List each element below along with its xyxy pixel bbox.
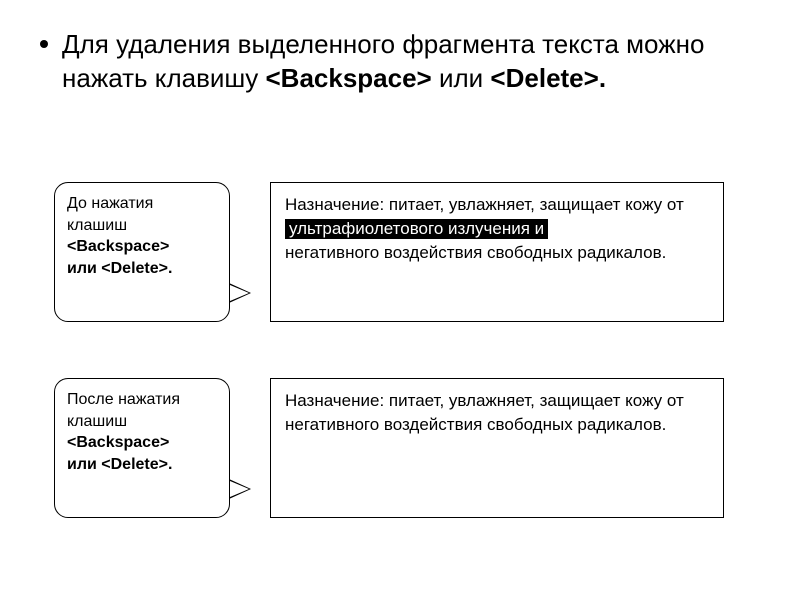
before-label-line1: До нажатия клашиш (67, 195, 153, 234)
bullet-text: Для удаления выделенного фрагмента текст… (62, 28, 760, 96)
after-callout: После нажатия клашиш <Backspace> или <De… (54, 378, 230, 518)
after-key-mid: или (67, 456, 101, 473)
before-key-mid: или (67, 260, 101, 277)
after-label-line1: После нажатия клашиш (67, 391, 180, 430)
after-key-delete: <Delete> (101, 456, 168, 473)
before-text-post: негативного воздействия свободных радика… (285, 243, 666, 262)
callout-tail (229, 479, 251, 499)
key-delete: <Delete> (490, 63, 598, 93)
after-text: Назначение: питает, увлажняет, защищает … (285, 391, 684, 434)
before-key-backspace: <Backspace> (67, 238, 169, 255)
callout-tail (229, 283, 251, 303)
before-label-end: . (168, 260, 172, 277)
bullet-suffix: . (599, 63, 606, 93)
after-key-backspace: <Backspace> (67, 434, 169, 451)
before-text-pre: Назначение: питает, увлажняет, защищает … (285, 195, 684, 214)
before-callout: До нажатия клашиш <Backspace> или <Delet… (54, 182, 230, 322)
before-text-box: Назначение: питает, увлажняет, защищает … (270, 182, 724, 322)
bullet-dot (40, 40, 48, 48)
bullet-mid: или (432, 63, 491, 93)
after-label-end: . (168, 456, 172, 473)
after-text-box: Назначение: питает, увлажняет, защищает … (270, 378, 724, 518)
main-bullet: Для удаления выделенного фрагмента текст… (40, 28, 760, 96)
before-row: До нажатия клашиш <Backspace> или <Delet… (54, 182, 724, 322)
after-row: После нажатия клашиш <Backspace> или <De… (54, 378, 724, 518)
before-key-delete: <Delete> (101, 260, 168, 277)
selected-text: ультрафиолетового излучения и (285, 219, 548, 239)
key-backspace: <Backspace> (266, 63, 432, 93)
slide: Для удаления выделенного фрагмента текст… (0, 0, 800, 600)
